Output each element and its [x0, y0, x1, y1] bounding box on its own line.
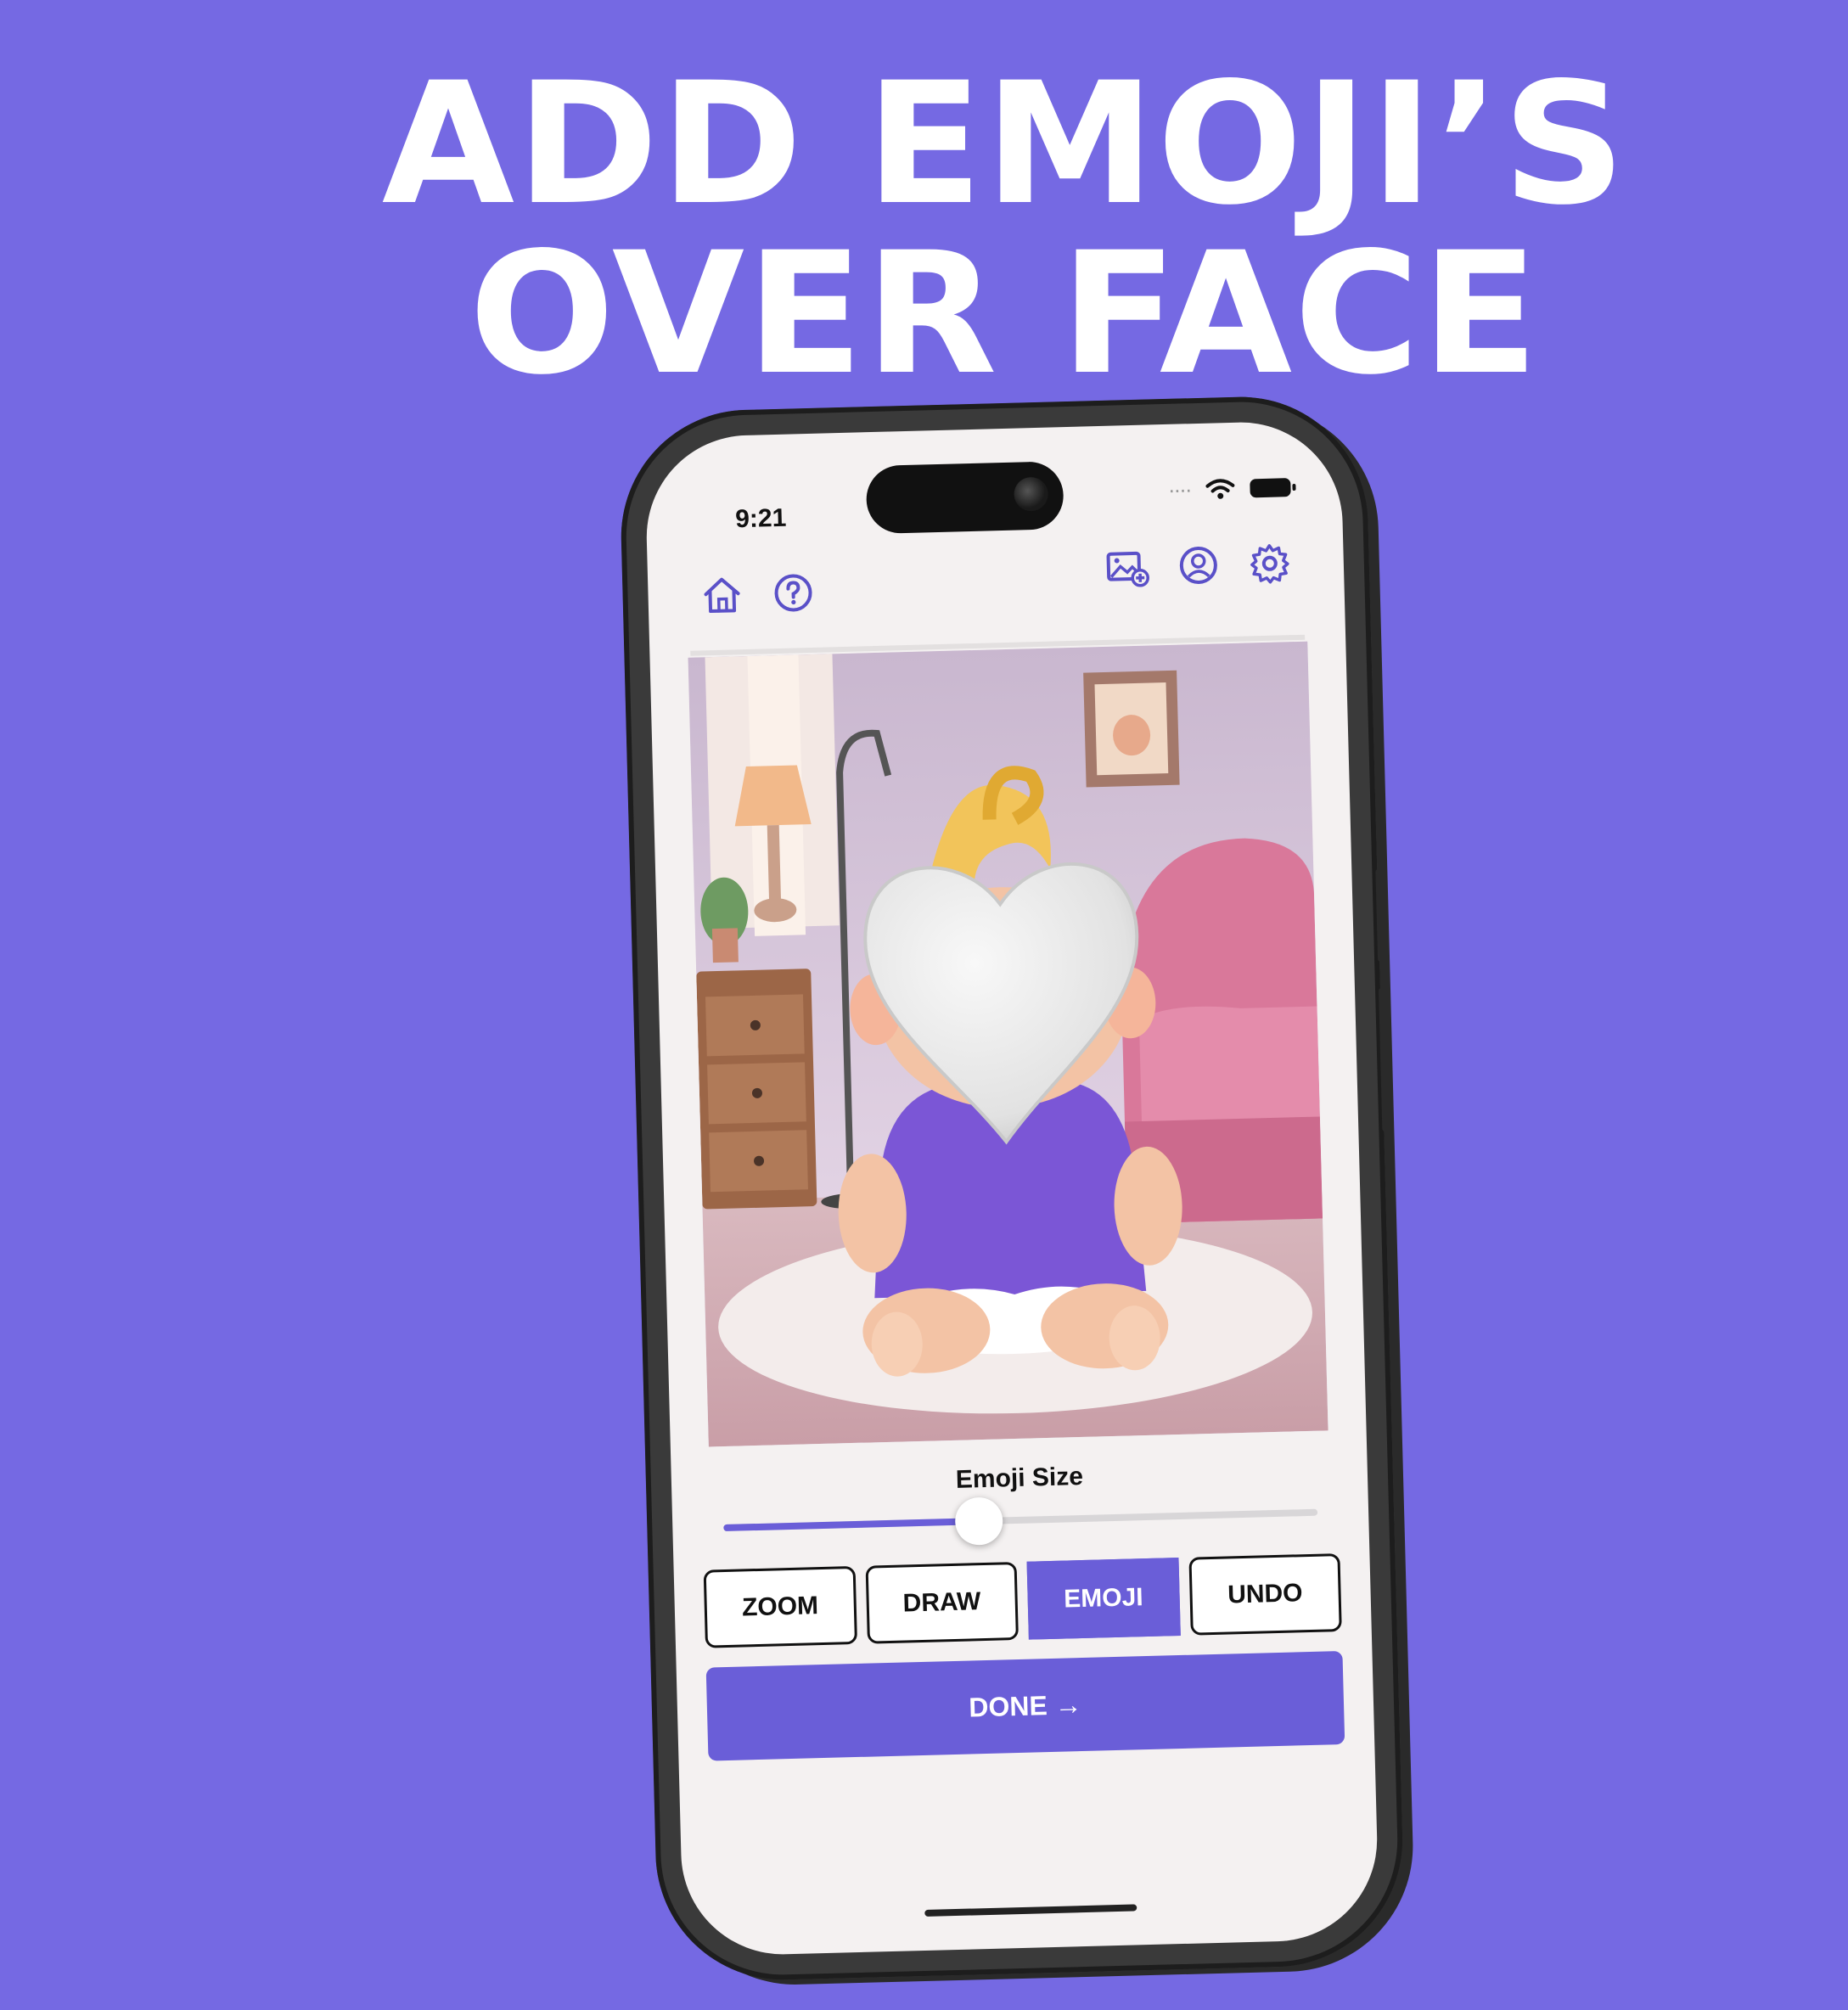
baby-room-illustration [688, 641, 1328, 1447]
zoom-button[interactable]: ZOOM [703, 1565, 857, 1648]
home-icon[interactable] [699, 571, 745, 618]
headline-line-1: ADD EMOJI’S [381, 46, 1628, 242]
wifi-icon [1205, 478, 1235, 499]
signal-icon: ···· [1167, 476, 1191, 502]
status-indicators: ···· [1167, 474, 1291, 503]
photo-canvas[interactable] [688, 641, 1328, 1447]
slider-label: Emoji Size [955, 1462, 1084, 1494]
profile-icon[interactable] [1175, 542, 1222, 588]
headline-line-2: OVER FACE [469, 216, 1541, 412]
headline: ADD EMOJI’S OVER FACE [62, 59, 1848, 399]
status-time: 9:21 [734, 503, 787, 534]
draw-button[interactable]: DRAW [865, 1562, 1019, 1644]
slider-knob[interactable] [954, 1496, 1003, 1546]
home-indicator [924, 1904, 1137, 1917]
toolbar-right [1104, 540, 1293, 591]
battery-icon [1250, 477, 1291, 497]
dynamic-island [865, 461, 1064, 535]
help-icon[interactable] [770, 570, 817, 616]
emoji-size-slider[interactable] [723, 1496, 1318, 1546]
settings-icon[interactable] [1246, 540, 1293, 587]
undo-button[interactable]: UNDO [1188, 1553, 1342, 1636]
mode-buttons: ZOOM DRAW EMOJI UNDO [703, 1553, 1342, 1648]
camera-icon [1014, 476, 1049, 512]
phone-mockup: 9:21 ···· Emoji Size ZOOM DRAW EMOJI UND… [617, 393, 1407, 1984]
side-button [1375, 868, 1387, 963]
add-photo-icon[interactable] [1104, 543, 1150, 590]
phone-screen: 9:21 ···· Emoji Size ZOOM DRAW EMOJI UND… [643, 419, 1380, 1957]
slider-fill [723, 1518, 980, 1532]
toolbar-left [699, 570, 817, 619]
emoji-button[interactable]: EMOJI [1026, 1558, 1181, 1640]
done-button[interactable]: DONE → [705, 1650, 1345, 1761]
